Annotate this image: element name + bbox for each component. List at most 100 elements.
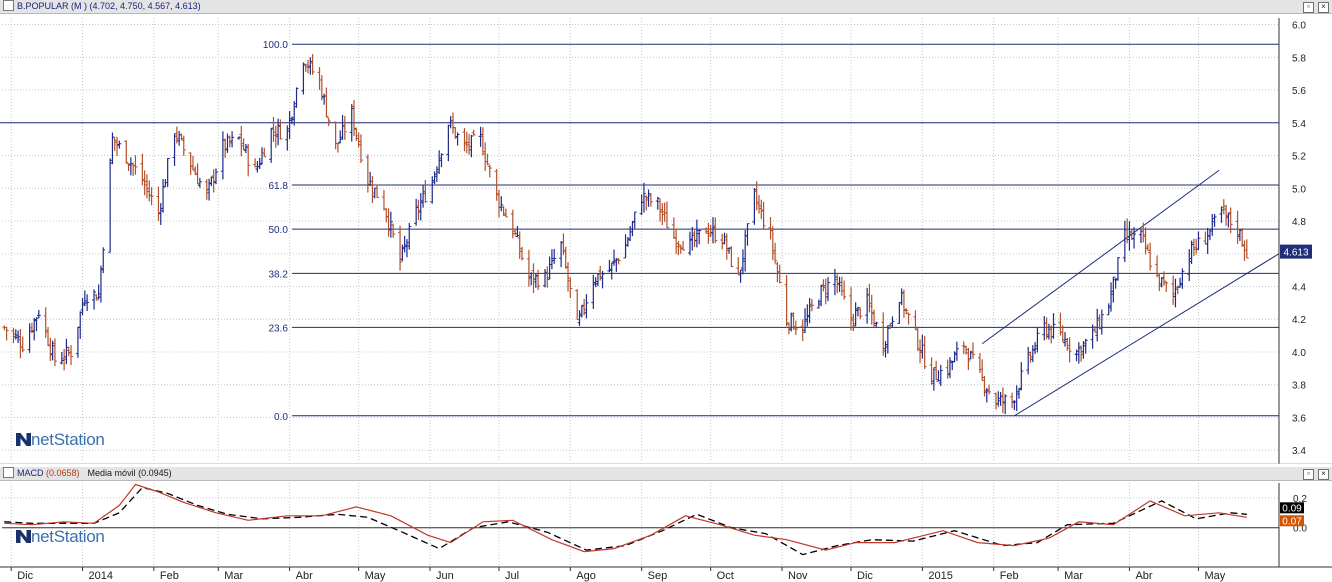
ohlc-bar <box>375 184 380 198</box>
ohlc-bar <box>16 330 21 343</box>
price-panel: B.POPULAR (M ) (4.702, 4.750, 4.567, 4.6… <box>0 0 1332 464</box>
restore-icon[interactable]: ▫ <box>1303 2 1314 13</box>
y-tick-label: 3.8 <box>1292 381 1306 392</box>
price-chart[interactable]: 3.43.63.84.04.24.44.64.85.05.25.45.65.86… <box>0 14 1332 464</box>
ohlc-bar <box>697 229 702 245</box>
y-tick-label: 5.0 <box>1292 184 1306 195</box>
ohlc-bar <box>1189 240 1194 264</box>
ohlc-bar <box>165 158 170 188</box>
ohlc-bar <box>386 208 391 237</box>
macd-restore-icon[interactable]: ▫ <box>1303 469 1314 480</box>
ohlc-bar <box>1028 351 1033 363</box>
ohlc-bar <box>628 225 633 242</box>
ohlc-bar <box>18 329 23 359</box>
ohlc-bar <box>756 194 761 214</box>
ohlc-bar <box>207 178 212 201</box>
ohlc-bar <box>954 341 959 361</box>
fib-level-label: 23.6 <box>268 323 288 334</box>
x-tick-label: Oct <box>717 570 734 582</box>
ohlc-bar <box>1122 220 1127 262</box>
ohlc-bar <box>400 244 405 262</box>
x-tick-label: May <box>1204 570 1225 582</box>
ohlc-bar <box>448 116 453 129</box>
ohlc-bar <box>945 359 950 379</box>
logo-mark-icon <box>16 433 31 446</box>
x-tick-label: May <box>365 570 386 582</box>
ohlc-bar <box>851 313 856 331</box>
fib-level-label: 38.2 <box>268 269 288 280</box>
ohlc-bar <box>78 311 83 339</box>
ohlc-bar <box>842 280 847 300</box>
ohlc-bar <box>432 171 437 185</box>
ohlc-bar <box>1051 313 1056 339</box>
ohlc-bar <box>526 249 531 287</box>
ohlc-bar <box>729 246 734 268</box>
close-icon[interactable]: × <box>1318 2 1329 13</box>
macd-menu-icon[interactable] <box>3 467 14 479</box>
ohlc-bar <box>430 176 435 204</box>
ohlc-bar <box>416 199 421 221</box>
ohlc-bar <box>918 339 923 364</box>
ohlc-bar <box>193 166 198 176</box>
ohlc-bar <box>101 247 106 274</box>
ohlc-bar <box>92 289 97 310</box>
ohlc-bar <box>736 257 741 275</box>
macd-close-icon[interactable]: × <box>1318 469 1329 480</box>
y-tick-label: 4.8 <box>1292 217 1306 228</box>
macd-panel-titlebar: MACD (0.0658) Media móvil (0.0945) ▫ × <box>0 467 1332 481</box>
ohlc-bar <box>1145 243 1150 251</box>
ohlc-bar <box>1046 323 1051 340</box>
ohlc-bar <box>437 150 442 175</box>
ohlc-bar <box>1244 239 1249 259</box>
ohlc-bar <box>786 322 791 335</box>
ohlc-bar <box>36 309 41 319</box>
ohlc-bar <box>591 274 596 309</box>
ohlc-bar <box>69 345 74 366</box>
ohlc-bar <box>671 217 676 239</box>
ohlc-bar <box>784 274 789 327</box>
ohlc-bar <box>1003 394 1008 415</box>
ohlc-bar <box>195 163 200 185</box>
ohlc-bar <box>324 87 329 118</box>
ohlc-bar <box>1092 325 1097 333</box>
signal-tag-text: 0.09 <box>1282 503 1302 514</box>
ohlc-bar <box>131 162 136 176</box>
ohlc-bar <box>1148 242 1153 271</box>
ohlc-bar <box>1090 324 1095 349</box>
ohlc-bar <box>20 336 25 353</box>
ohlc-bar <box>1042 316 1047 341</box>
ohlc-bar <box>531 263 536 294</box>
x-tick-label: 2015 <box>928 570 952 582</box>
macd-chart[interactable]: 0.00.20.090.07Dic 2014 Feb Mar Abr May Jun Jul A… <box>0 481 1332 582</box>
y-tick-label: 4.0 <box>1292 348 1306 359</box>
ohlc-bar <box>964 345 969 355</box>
ohlc-bar <box>340 115 345 140</box>
ohlc-bar <box>407 222 412 250</box>
ohlc-bar <box>938 364 943 387</box>
ohlc-bar <box>575 289 580 321</box>
ohlc-bar <box>423 180 428 203</box>
ohlc-bar <box>1033 342 1038 354</box>
ohlc-bar <box>133 155 138 175</box>
ohlc-bar <box>43 307 48 338</box>
ohlc-bar <box>773 242 778 264</box>
ohlc-bar <box>209 176 214 187</box>
ohlc-bar <box>872 309 877 327</box>
ohlc-bar <box>48 337 53 361</box>
ohlc-bar <box>414 198 419 226</box>
ohlc-bar <box>402 235 407 253</box>
fib-level-label: 0.0 <box>274 412 288 423</box>
ohlc-bar <box>308 57 313 75</box>
ohlc-bar <box>595 273 600 287</box>
ohlc-bar <box>190 155 195 171</box>
ohlc-bar <box>529 272 534 286</box>
ohlc-bar <box>1074 349 1079 362</box>
ohlc-values: (4.702, 4.750, 4.567, 4.613) <box>89 1 201 12</box>
ohlc-bar <box>1127 221 1132 251</box>
ohlc-bar <box>358 134 363 163</box>
panel-menu-icon[interactable] <box>3 0 14 12</box>
ohlc-bar <box>720 233 725 250</box>
ohlc-bar <box>292 100 297 126</box>
ohlc-bar <box>883 341 888 358</box>
ohlc-bar <box>418 193 423 221</box>
